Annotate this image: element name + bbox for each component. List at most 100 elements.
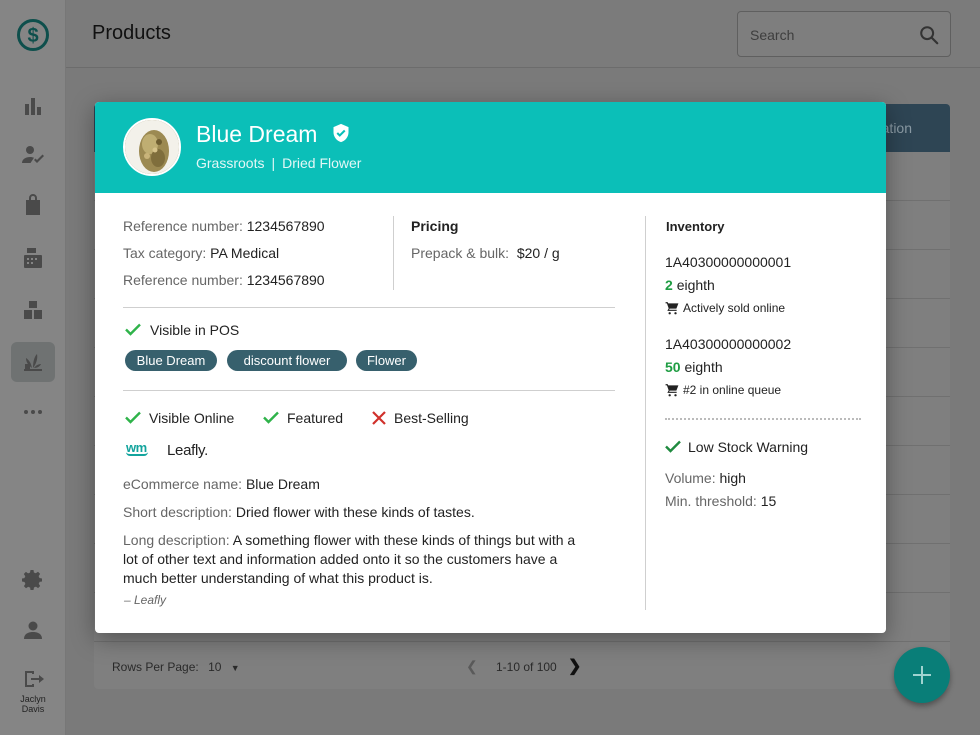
next-page-icon[interactable]: ❯	[568, 656, 581, 676]
tag-chip[interactable]: Flower	[356, 350, 417, 371]
register-icon[interactable]	[18, 243, 48, 273]
detail-value: 1234567890	[246, 272, 325, 288]
user-name[interactable]: Jaclyn Davis	[0, 694, 66, 714]
long-description-line: much better understanding of what this p…	[123, 570, 433, 586]
inventory-quantity: 2 eighth	[665, 277, 715, 293]
product-brand: Grassroots	[196, 155, 265, 171]
detail-row: Reference number: 1234567890	[123, 218, 325, 234]
detail-row: Tax category: PA Medical	[123, 245, 279, 261]
page-title: Products	[92, 22, 171, 44]
check-icon	[125, 411, 141, 424]
long-description-line: lot of other text and information added …	[123, 551, 558, 567]
inventory-package-id: 1A40300000000002	[665, 336, 792, 352]
chevron-down-icon[interactable]: ▼	[231, 663, 240, 673]
best-selling: Best-Selling	[394, 410, 469, 426]
weedmaps-logo: wm	[126, 440, 148, 456]
shopping-bag-icon[interactable]	[18, 190, 48, 220]
rows-per-page-label: Rows Per Page:	[112, 660, 199, 674]
detail-label: Tax category:	[123, 245, 207, 261]
search-input[interactable]	[750, 25, 900, 45]
visible-in-pos: Visible in POS	[150, 322, 240, 338]
product-category: Dried Flower	[282, 155, 362, 171]
inventory-title: Inventory	[666, 219, 725, 234]
long-description-value: A something flower with these kinds of t…	[232, 532, 576, 548]
long-description-label: Long description:	[123, 532, 230, 548]
threshold-row: Min. threshold: 15	[665, 493, 776, 509]
detail-label: Reference number:	[123, 272, 243, 288]
divider	[645, 216, 646, 610]
check-icon	[125, 323, 141, 336]
tag-chip[interactable]: discount flower	[227, 350, 347, 371]
table-footer: Rows Per Page: 10 ▼ ❮ 1-10 of 100 ❯	[94, 642, 950, 689]
products-plant-icon[interactable]	[18, 347, 48, 377]
page-range: 1-10 of 100	[496, 660, 557, 674]
featured: Featured	[287, 410, 344, 426]
divider	[123, 390, 615, 391]
product-subtitle: Grassroots | Dried Flower	[196, 155, 361, 171]
user-first-name: Jaclyn	[20, 694, 46, 704]
leafly-logo: Leafly.	[167, 442, 208, 459]
product-name: Blue Dream	[196, 121, 318, 147]
search-icon[interactable]	[918, 24, 940, 46]
pricing-label: Prepack & bulk:	[411, 245, 510, 261]
ecommerce-name-value: Blue Dream	[245, 476, 320, 492]
sidebar: $ Jaclyn Davis	[0, 0, 66, 735]
short-description-value: Dried flower with these kinds of tastes.	[235, 504, 475, 520]
quantity-unit: eighth	[684, 359, 723, 375]
volume-label: Volume:	[665, 470, 716, 486]
cross-icon	[372, 411, 386, 425]
prev-page-icon[interactable]: ❮	[466, 658, 478, 675]
pricing-title: Pricing	[411, 218, 459, 234]
pricing-row: Prepack & bulk: $20 / g	[411, 245, 560, 261]
tag-chip[interactable]: Blue Dream	[125, 350, 217, 371]
ecommerce-name-row: eCommerce name: Blue Dream	[123, 476, 320, 492]
dashboard-bar-chart-icon[interactable]	[18, 91, 48, 121]
threshold-label: Min. threshold:	[665, 493, 757, 509]
detail-value: 1234567890	[246, 218, 325, 234]
inventory-quantity: 50 eighth	[665, 359, 723, 375]
logo-dollar-icon[interactable]: $	[16, 18, 50, 52]
logout-icon[interactable]	[18, 664, 48, 694]
pricing-value: $20 / g	[516, 245, 560, 261]
check-icon	[263, 411, 279, 424]
divider	[123, 307, 615, 308]
short-description-row: Short description: Dried flower with the…	[123, 504, 475, 520]
inventory-boxes-icon[interactable]	[18, 295, 48, 325]
separator: |	[271, 155, 276, 171]
settings-gear-icon[interactable]	[18, 565, 48, 595]
dotted-divider	[665, 418, 861, 420]
volume-row: Volume: high	[665, 470, 746, 486]
detail-value: PA Medical	[210, 245, 280, 261]
inventory-status: Actively sold online	[683, 301, 786, 315]
detail-label: Reference number:	[123, 218, 243, 234]
cart-icon	[665, 302, 679, 315]
quantity-unit: eighth	[676, 277, 715, 293]
short-description-label: Short description:	[123, 504, 232, 520]
verified-shield-icon	[333, 123, 349, 143]
inventory-status: #2 in online queue	[683, 383, 782, 397]
quantity-value: 50	[665, 359, 681, 375]
top-bar: Products	[66, 0, 980, 68]
plus-icon	[913, 666, 931, 684]
threshold-value: 15	[760, 493, 777, 509]
low-stock-warning: Low Stock Warning	[688, 439, 809, 455]
ecommerce-name-label: eCommerce name:	[123, 476, 243, 492]
rows-per-page[interactable]: Rows Per Page: 10 ▼	[112, 660, 240, 674]
detail-row: Reference number: 1234567890	[123, 272, 325, 288]
long-description-line: Long description: A something flower wit…	[123, 532, 575, 548]
modal-header: Blue Dream Grassroots | Dried Flower	[95, 102, 886, 193]
more-horizontal-icon[interactable]	[18, 397, 48, 427]
search-box[interactable]	[737, 11, 951, 57]
table-header-cell[interactable]: ation	[882, 120, 912, 136]
user-check-icon[interactable]	[18, 140, 48, 170]
description-attribution: – Leafly	[124, 593, 167, 607]
account-person-icon[interactable]	[18, 615, 48, 645]
rows-per-page-value[interactable]: 10	[208, 660, 221, 674]
visible-online: Visible Online	[149, 410, 235, 426]
product-image	[123, 118, 181, 176]
volume-value: high	[719, 470, 746, 486]
quantity-value: 2	[665, 277, 673, 293]
check-icon	[665, 440, 681, 453]
add-product-button[interactable]	[894, 647, 950, 703]
product-detail-modal: Blue Dream Grassroots | Dried Flower Refer…	[95, 102, 886, 633]
